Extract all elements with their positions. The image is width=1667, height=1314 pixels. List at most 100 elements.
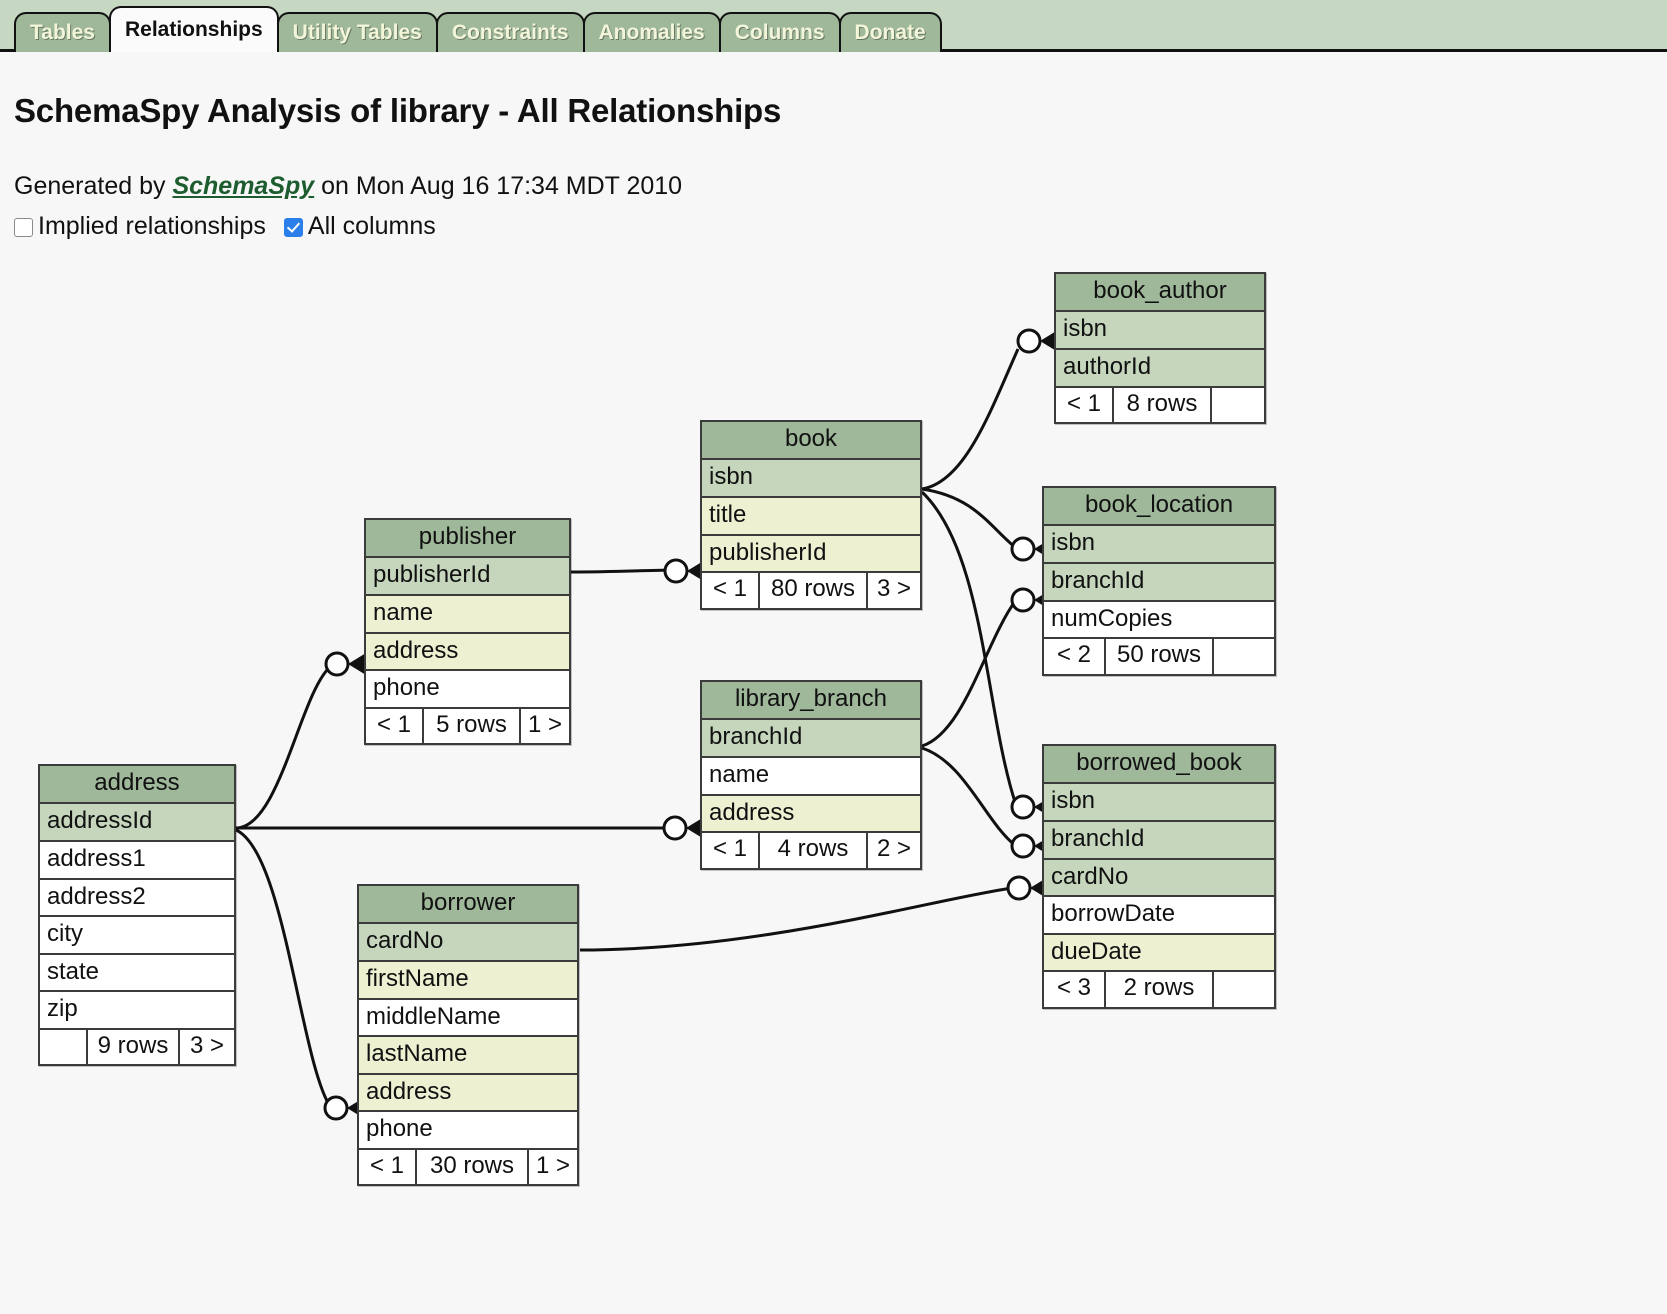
entity-column: name bbox=[366, 595, 569, 634]
entity-column: branchId bbox=[1044, 563, 1274, 602]
footer-rows: 50 rows bbox=[1106, 639, 1214, 674]
footer-parents bbox=[40, 1029, 88, 1065]
entity-column: publisherId bbox=[366, 558, 569, 596]
entity-borrower[interactable]: borrower cardNo firstName middleName las… bbox=[357, 884, 579, 1187]
entity-column: authorId bbox=[1056, 349, 1264, 388]
tab-label: Tables bbox=[30, 21, 95, 44]
entity-column: numCopies bbox=[1044, 601, 1274, 640]
footer-rows: 4 rows bbox=[760, 833, 868, 868]
entity-publisher[interactable]: publisher publisherId name address phone… bbox=[364, 518, 571, 746]
entity-footer: 9 rows 3 > bbox=[40, 1029, 234, 1065]
entity-footer: < 1 30 rows 1 > bbox=[359, 1149, 577, 1185]
footer-children: 3 > bbox=[180, 1029, 234, 1065]
tab-columns[interactable]: Columns bbox=[718, 12, 841, 52]
tab-relationships[interactable]: Relationships bbox=[108, 6, 279, 52]
implied-relationships-checkbox[interactable] bbox=[14, 218, 33, 237]
entity-title: book_author bbox=[1056, 274, 1264, 313]
footer-children bbox=[1214, 972, 1274, 1007]
entity-column: state bbox=[40, 954, 234, 993]
footer-parents: < 1 bbox=[702, 833, 760, 868]
entity-footer: < 2 50 rows bbox=[1044, 639, 1274, 674]
options-row: Implied relationships All columns bbox=[14, 212, 454, 241]
entity-book_author[interactable]: book_author isbn authorId < 1 8 rows bbox=[1054, 272, 1266, 424]
entity-column: publisherId bbox=[702, 535, 920, 574]
footer-children bbox=[1214, 639, 1274, 674]
entity-column: addressId bbox=[40, 804, 234, 842]
tab-constraints[interactable]: Constraints bbox=[435, 12, 585, 52]
entity-column: address bbox=[702, 795, 920, 834]
footer-rows: 2 rows bbox=[1106, 972, 1214, 1007]
entity-column: lastName bbox=[359, 1037, 577, 1075]
tab-list: Tables Relationships Utility Tables Cons… bbox=[14, 6, 942, 52]
footer-children: 1 > bbox=[521, 708, 569, 744]
entity-column: title bbox=[702, 497, 920, 536]
footer-parents: < 1 bbox=[702, 573, 760, 608]
entity-book[interactable]: book isbn title publisherId < 1 80 rows … bbox=[700, 420, 922, 610]
tab-label: Utility Tables bbox=[292, 21, 422, 44]
entity-title: book_location bbox=[1044, 488, 1274, 527]
footer-rows: 5 rows bbox=[424, 708, 521, 744]
entity-borrowed_book[interactable]: borrowed_book isbn branchId cardNo borro… bbox=[1042, 744, 1276, 1009]
entity-column: city bbox=[40, 917, 234, 955]
tab-label: Constraints bbox=[451, 21, 569, 44]
entity-footer: < 1 4 rows 2 > bbox=[702, 833, 920, 868]
footer-parents: < 1 bbox=[1056, 387, 1114, 422]
generated-prefix: Generated by bbox=[14, 172, 166, 200]
tab-utility-tables[interactable]: Utility Tables bbox=[276, 12, 438, 52]
entity-column: zip bbox=[40, 992, 234, 1030]
schemaspy-page: Tables Relationships Utility Tables Cons… bbox=[0, 0, 1667, 1314]
generated-line: Generated by SchemaSpy on Mon Aug 16 17:… bbox=[14, 172, 682, 201]
footer-children: 2 > bbox=[868, 833, 920, 868]
tab-label: Donate bbox=[854, 21, 926, 44]
tab-tables[interactable]: Tables bbox=[14, 12, 111, 52]
footer-parents: < 1 bbox=[359, 1149, 417, 1185]
entity-column: branchId bbox=[1044, 821, 1274, 860]
entity-column: dueDate bbox=[1044, 934, 1274, 973]
entity-column: phone bbox=[359, 1112, 577, 1150]
tab-bar: Tables Relationships Utility Tables Cons… bbox=[0, 0, 1667, 52]
entity-footer: < 1 8 rows bbox=[1056, 387, 1264, 422]
tab-label: Relationships bbox=[124, 18, 263, 41]
entity-column: address bbox=[359, 1074, 577, 1113]
entity-column: cardNo bbox=[359, 924, 577, 962]
entity-title: book bbox=[702, 422, 920, 461]
entity-column: branchId bbox=[702, 720, 920, 758]
footer-rows: 30 rows bbox=[417, 1149, 529, 1185]
entity-column: address1 bbox=[40, 841, 234, 880]
entity-column: firstName bbox=[359, 961, 577, 1000]
entity-title: borrowed_book bbox=[1044, 746, 1274, 785]
entity-column: cardNo bbox=[1044, 859, 1274, 898]
schemaspy-link[interactable]: SchemaSpy bbox=[172, 172, 314, 200]
tab-label: Columns bbox=[734, 21, 825, 44]
entity-address[interactable]: address addressId address1 address2 city… bbox=[38, 764, 236, 1067]
page-title: SchemaSpy Analysis of library - All Rela… bbox=[14, 92, 782, 129]
tab-anomalies[interactable]: Anomalies bbox=[582, 12, 721, 52]
entity-column: isbn bbox=[1044, 526, 1274, 564]
all-columns-checkbox[interactable] bbox=[283, 218, 303, 237]
entity-title: address bbox=[40, 766, 234, 805]
entity-title: borrower bbox=[359, 886, 577, 925]
footer-rows: 8 rows bbox=[1114, 387, 1212, 422]
entity-footer: < 3 2 rows bbox=[1044, 972, 1274, 1007]
entity-column: name bbox=[702, 757, 920, 796]
entity-column: isbn bbox=[1044, 784, 1274, 822]
entity-column: phone bbox=[366, 671, 569, 709]
entity-column: address bbox=[366, 633, 569, 672]
footer-parents: < 1 bbox=[366, 708, 424, 744]
relationship-diagram: book_author isbn authorId < 1 8 rows boo… bbox=[0, 252, 1667, 1314]
entity-title: library_branch bbox=[702, 682, 920, 721]
footer-rows: 9 rows bbox=[88, 1029, 180, 1065]
tab-label: Anomalies bbox=[598, 21, 705, 44]
footer-parents: < 2 bbox=[1044, 639, 1106, 674]
all-columns-label: All columns bbox=[307, 212, 436, 240]
entity-title: publisher bbox=[366, 520, 569, 559]
entity-column: address2 bbox=[40, 879, 234, 918]
footer-children: 3 > bbox=[868, 573, 920, 608]
entity-column: isbn bbox=[1056, 312, 1264, 350]
entity-library_branch[interactable]: library_branch branchId name address < 1… bbox=[700, 680, 922, 870]
entity-footer: < 1 80 rows 3 > bbox=[702, 573, 920, 608]
tab-donate[interactable]: Donate bbox=[838, 12, 942, 52]
implied-relationships-label: Implied relationships bbox=[38, 212, 266, 240]
entity-book_location[interactable]: book_location isbn branchId numCopies < … bbox=[1042, 486, 1276, 676]
footer-children: 1 > bbox=[529, 1149, 577, 1185]
